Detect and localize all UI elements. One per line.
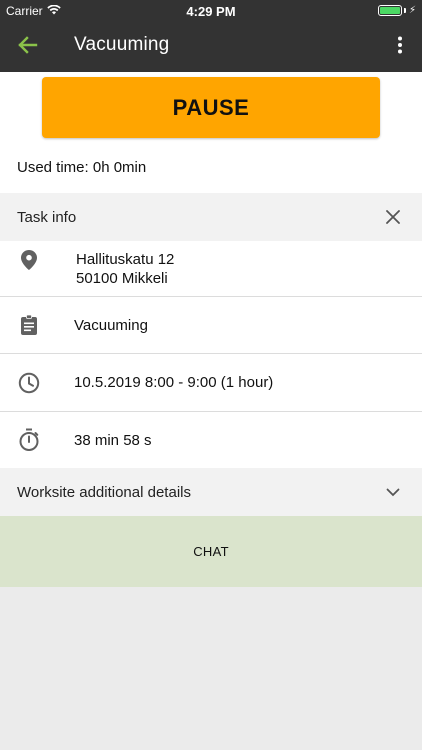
clipboard-icon [0,314,74,336]
chat-button[interactable]: CHAT [0,516,422,587]
battery-icon [377,5,402,16]
more-menu-button[interactable] [392,34,408,60]
status-right: ⚡ [377,5,416,16]
pause-button[interactable]: PAUSE [42,77,380,138]
charging-icon: ⚡ [408,5,416,16]
battery-tip [403,8,406,13]
address-text: Hallituskatu 12 50100 Mikkeli [74,250,174,288]
worksite-details-title: Worksite additional details [17,483,191,501]
stopwatch-icon [0,428,74,452]
location-pin-icon [0,241,74,270]
clock-icon [0,372,74,394]
address-city: 50100 Mikkeli [76,269,168,287]
main-content: PAUSE Used time: 0h 0min Task info Halli… [0,72,422,587]
more-vertical-icon [397,36,403,59]
task-info-header[interactable]: Task info [0,193,422,241]
nav-bar: Vacuuming [0,22,422,72]
address-street: Hallituskatu 12 [76,250,175,268]
pause-wrap: PAUSE [0,72,422,141]
chevron-down-icon[interactable] [384,483,402,501]
app-root: Carrier 4:29 PM ⚡ Vacuuming PAUSE Used t… [0,0,422,750]
used-time-label: Used time: 0h 0min [17,158,147,176]
arrow-left-icon [18,35,38,59]
back-button[interactable] [14,34,42,60]
status-bar: Carrier 4:29 PM ⚡ [0,0,422,22]
schedule-text: 10.5.2019 8:00 - 9:00 (1 hour) [74,374,274,391]
status-time: 4:29 PM [186,4,236,19]
page-title: Vacuuming [74,34,170,55]
task-name-text: Vacuuming [74,316,148,334]
close-icon[interactable] [384,208,402,226]
task-info-title: Task info [17,208,77,226]
duration-text: 38 min 58 s [74,431,152,449]
duration-row: 38 min 58 s [0,412,422,468]
schedule-row: 10.5.2019 8:00 - 9:00 (1 hour) [0,354,422,412]
task-name-row: Vacuuming [0,297,422,354]
address-row[interactable]: Hallituskatu 12 50100 Mikkeli [0,241,422,297]
worksite-details-header[interactable]: Worksite additional details [0,468,422,516]
top-bar: Carrier 4:29 PM ⚡ Vacuuming [0,0,422,72]
